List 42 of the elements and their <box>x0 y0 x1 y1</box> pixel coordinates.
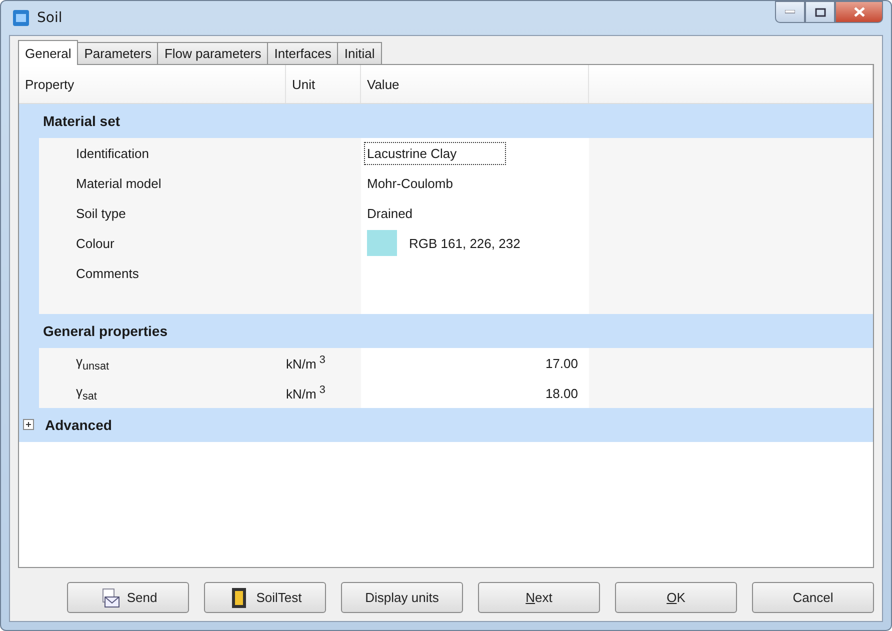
tab[interactable]: Interfaces <box>267 42 338 64</box>
dialog-button[interactable]: SoilTest <box>204 582 326 613</box>
dialog-button[interactable]: Display units <box>341 582 463 613</box>
property-label: Soil type <box>76 206 126 220</box>
value-text[interactable]: Mohr-Coulomb <box>364 172 456 194</box>
app-icon <box>13 10 29 26</box>
unit-label: kN/m$^{3}$ <box>286 354 326 372</box>
dialog-button[interactable]: OK <box>615 582 737 613</box>
tab[interactable]: Initial <box>337 42 382 64</box>
minimize-button[interactable] <box>775 1 805 23</box>
dialog-button[interactable]: Send <box>67 582 189 613</box>
section-header[interactable]: General properties <box>19 314 873 348</box>
section-header[interactable]: Material set <box>19 104 873 138</box>
property-label: Colour <box>76 236 114 250</box>
value-text[interactable]: RGB 161, 226, 232 <box>406 232 524 254</box>
expand-icon[interactable] <box>23 419 35 431</box>
property-label: γ$_{sat}$ <box>76 384 97 402</box>
property-label: Identification <box>76 146 149 160</box>
property-label: Material model <box>76 176 162 190</box>
window-title: Soil <box>37 10 62 26</box>
tab[interactable]: Parameters <box>77 42 158 64</box>
maximize-icon <box>814 8 826 16</box>
value-text[interactable]: 17.00 <box>542 352 581 374</box>
dialog-button[interactable]: Cancel <box>752 582 874 613</box>
section-header[interactable]: Advanced <box>19 408 873 442</box>
minimize-icon <box>785 10 795 14</box>
close-button[interactable] <box>835 1 883 23</box>
value-text[interactable]: Lacustrine Clay <box>364 142 506 164</box>
tab[interactable]: Flow parameters <box>157 42 268 64</box>
column-header[interactable]: Unit <box>292 76 316 92</box>
value-text[interactable]: Drained <box>364 202 416 224</box>
tab[interactable]: General <box>18 40 78 65</box>
dialog-button[interactable]: Next <box>478 582 600 613</box>
column-header[interactable]: Value <box>367 76 400 92</box>
property-label: Comments <box>76 266 139 281</box>
close-icon <box>854 7 864 17</box>
unit-label: kN/m$^{3}$ <box>286 384 326 402</box>
maximize-button[interactable] <box>805 1 835 23</box>
value-text[interactable]: 18.00 <box>542 382 581 404</box>
property-label: γ$_{unsat}$ <box>76 354 109 372</box>
column-header[interactable]: Property <box>25 76 74 92</box>
colour-swatch[interactable] <box>367 230 397 256</box>
